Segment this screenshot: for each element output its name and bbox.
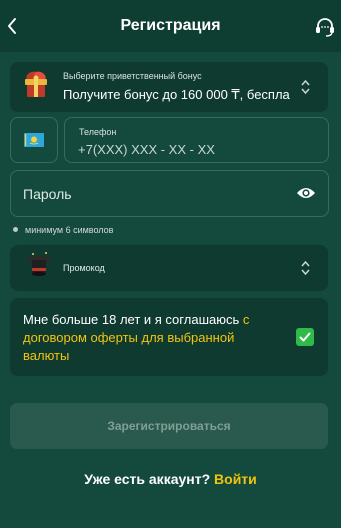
terms-checkbox[interactable] [296,328,314,346]
login-link[interactable]: Войти [214,471,257,487]
phone-field[interactable]: Телефон [64,117,329,163]
chevron-up-down-icon [301,260,310,276]
gift-icon [25,71,47,97]
password-hint-text: минимум 6 символов [25,225,114,235]
password-hint: минимум 6 символов [13,225,113,235]
promo-label: Промокод [63,263,105,273]
bonus-label: Выберите приветственный бонус [63,71,202,81]
headset-icon[interactable] [314,17,336,37]
password-input[interactable] [23,185,273,203]
login-prompt-text: Уже есть аккаунт? [84,471,211,487]
chevron-up-down-icon [301,79,310,95]
terms-prefix: Мне больше 18 лет и я соглашаюсь [23,312,243,327]
password-field[interactable] [10,170,329,217]
phone-input[interactable] [78,140,308,158]
bonus-selector[interactable]: Выберите приветственный бонус Получите б… [10,62,328,112]
checkmark-icon [299,332,311,342]
eye-icon[interactable] [296,186,316,200]
bonus-value: Получите бонус до 160 000 ₸, беспла [63,87,290,102]
bullet-icon [13,227,18,232]
promo-code-selector[interactable]: Промокод [10,245,328,291]
magic-hat-icon [27,252,51,276]
register-button[interactable]: Зарегистрироваться [10,403,328,449]
country-code-selector[interactable] [10,117,58,163]
page-title: Регистрация [120,17,221,34]
app-header: Регистрация [0,0,341,52]
terms-text: Мне больше 18 лет и я соглашаюсь с догов… [23,311,278,365]
kazakhstan-flag-icon [24,133,44,147]
terms-agreement: Мне больше 18 лет и я соглашаюсь с догов… [10,298,328,376]
phone-label: Телефон [79,127,117,137]
login-prompt: Уже есть аккаунт? Войти [0,471,341,487]
